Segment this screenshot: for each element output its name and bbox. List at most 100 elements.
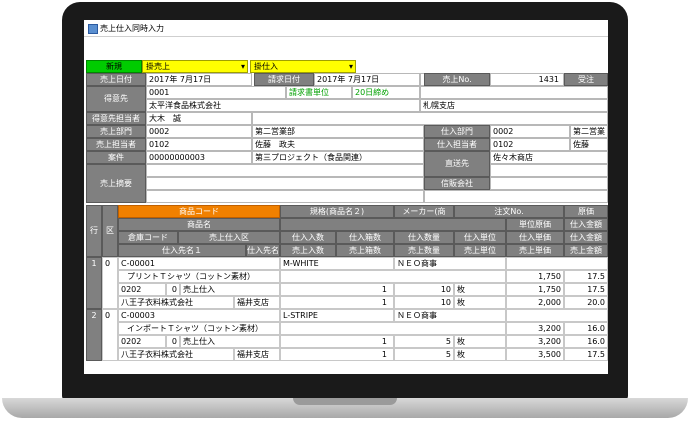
order-no-cell[interactable] [506,309,608,322]
customer-rep-field[interactable]: 大木 誠 [146,112,252,125]
warehouse-cell[interactable]: 0202 [118,283,166,296]
grid-header-unit-in: 仕入単位 [454,231,506,244]
row-number[interactable]: 2 [86,309,102,361]
supplier1-cell[interactable]: 八王子衣料株式会社 [118,348,234,361]
grid-header-qty-out: 売上数量 [394,244,454,257]
unit-in-cell[interactable]: 枚 [454,335,506,348]
wh-kubun-cell[interactable]: 0 [166,283,180,296]
customer-code-field[interactable]: 0001 [146,86,286,99]
grid-header-qty-per-case-out: 売上入数 [280,244,336,257]
maker-cell[interactable]: ＮＥＯ商事 [394,309,506,322]
unit-in-cell[interactable]: 枚 [454,283,506,296]
sales-no-field[interactable]: 1431 [490,73,564,86]
branch-field[interactable]: 札幌支店 [420,99,608,112]
sales-dept-label: 売上部門 [86,125,146,138]
trust-company-field[interactable] [490,177,608,190]
purchase-dept-code-field[interactable]: 0002 [490,125,570,138]
grid-header-product-code[interactable]: 商品コード [118,205,280,218]
laptop-notch [293,398,397,405]
grid-header-supplier1: 仕入先名１ [118,244,246,257]
grid-header-purchase-unit-price: 仕入単価 [506,231,564,244]
window-title: 売上仕入同時入力 [100,24,164,33]
project-code-field[interactable]: 00000000003 [146,151,252,164]
amount-out-cell[interactable]: 17.5 [564,348,608,361]
qty-amount-in-cell[interactable]: 10 [394,283,454,296]
chevron-down-icon[interactable]: ▾ [349,61,353,72]
grid-header-row: 行 [86,205,102,257]
cost-amount-cell[interactable]: 17.5 [564,270,608,283]
memo-right-blank [424,190,608,203]
grid-header-blank [280,218,506,231]
customer-name-field[interactable]: 太平洋食品株式会社 [146,99,420,112]
order-label: 受注 [564,73,608,86]
sales-staff-label: 売上担当者 [86,138,146,151]
qty-in-cell[interactable]: 1 [280,335,394,348]
supplier1-cell[interactable]: 八王子衣料株式会社 [118,296,234,309]
chevron-down-icon[interactable]: ▾ [241,61,245,72]
purchase-type-select[interactable]: 掛仕入 ▾ [250,60,356,73]
memo-line-1[interactable] [146,164,424,177]
spec-cell[interactable]: M-WHITE [280,257,394,270]
unit-out-cell[interactable]: 枚 [454,296,506,309]
supplier2-cell[interactable]: 福井支店 [234,348,280,361]
unit-cost-cell[interactable]: 1,750 [506,270,564,283]
order-no-cell[interactable] [506,257,608,270]
grid-header-kubun: 区 [102,205,118,257]
row-kubun[interactable]: 0 [102,309,118,361]
product-name-cell[interactable]: インポートＴシャツ（コットン素材） [118,322,280,335]
sales-date-label: 売上日付 [86,73,146,86]
qty-out-cell[interactable]: 1 [280,348,394,361]
sales-type-select[interactable]: 掛売上 ▾ [142,60,248,73]
grid-header-product-name: 商品名 [118,218,280,231]
grid-header-spec: 規格(商品名２) [280,205,394,218]
unit-cost-cell[interactable]: 3,200 [506,322,564,335]
memo-line-3[interactable] [146,190,424,203]
qty-in-cell[interactable]: 1 [280,283,394,296]
blank-cell [280,322,506,335]
product-name-cell[interactable]: プリントＴシャツ（コットン素材） [118,270,280,283]
grid-header-maker: メーカー(商 [394,205,454,218]
memo-label: 売上摘要 [86,164,146,203]
sales-staff-name: 佐藤 政夫 [252,138,424,151]
row-kubun[interactable]: 0 [102,257,118,309]
grid-header-sales-amount: 売上金額 [564,244,608,257]
price-out-cell[interactable]: 2,000 [506,296,564,309]
sp-kubun-cell[interactable]: 売上仕入 [180,283,280,296]
sales-type-value: 掛売上 [146,62,170,71]
ship-to-blank [490,164,608,177]
warehouse-cell[interactable]: 0202 [118,335,166,348]
wh-kubun-cell[interactable]: 0 [166,335,180,348]
qty-out-cell[interactable]: 1 [280,296,394,309]
customer-label: 得意先 [86,86,146,112]
sales-date-field[interactable]: 2017年 7月17日 [146,73,252,86]
sales-dept-code-field[interactable]: 0002 [146,125,252,138]
unit-out-cell[interactable]: 枚 [454,348,506,361]
sales-staff-code-field[interactable]: 0102 [146,138,252,151]
new-button[interactable]: 新規 [86,60,142,73]
billing-date-field[interactable]: 2017年 7月17日 [314,73,420,86]
spec-cell[interactable]: L-STRIPE [280,309,394,322]
cost-amount-cell[interactable]: 16.0 [564,322,608,335]
price-in-cell[interactable]: 3,200 [506,335,564,348]
grid-header-sales-unit-price: 売上単価 [506,244,564,257]
purchase-type-value: 掛仕入 [254,62,278,71]
ship-to-field[interactable]: 佐々木商店 [490,151,608,164]
amount-in-cell[interactable]: 17.5 [564,283,608,296]
sales-dept-name: 第二営業部 [252,125,424,138]
memo-line-2[interactable] [146,177,424,190]
amount-out-cell[interactable]: 20.0 [564,296,608,309]
price-in-cell[interactable]: 1,750 [506,283,564,296]
qty-amount-in-cell[interactable]: 5 [394,335,454,348]
grid-header-qty-per-case-in: 仕入入数 [280,231,336,244]
sp-kubun-cell[interactable]: 売上仕入 [180,335,280,348]
purchase-staff-code-field[interactable]: 0102 [490,138,570,151]
price-out-cell[interactable]: 3,500 [506,348,564,361]
row-number[interactable]: 1 [86,257,102,309]
supplier2-cell[interactable]: 福井支店 [234,296,280,309]
product-code-cell[interactable]: C-00003 [118,309,280,322]
qty-amount-out-cell[interactable]: 5 [394,348,454,361]
maker-cell[interactable]: ＮＥＯ商事 [394,257,506,270]
amount-in-cell[interactable]: 16.0 [564,335,608,348]
product-code-cell[interactable]: C-00001 [118,257,280,270]
qty-amount-out-cell[interactable]: 10 [394,296,454,309]
